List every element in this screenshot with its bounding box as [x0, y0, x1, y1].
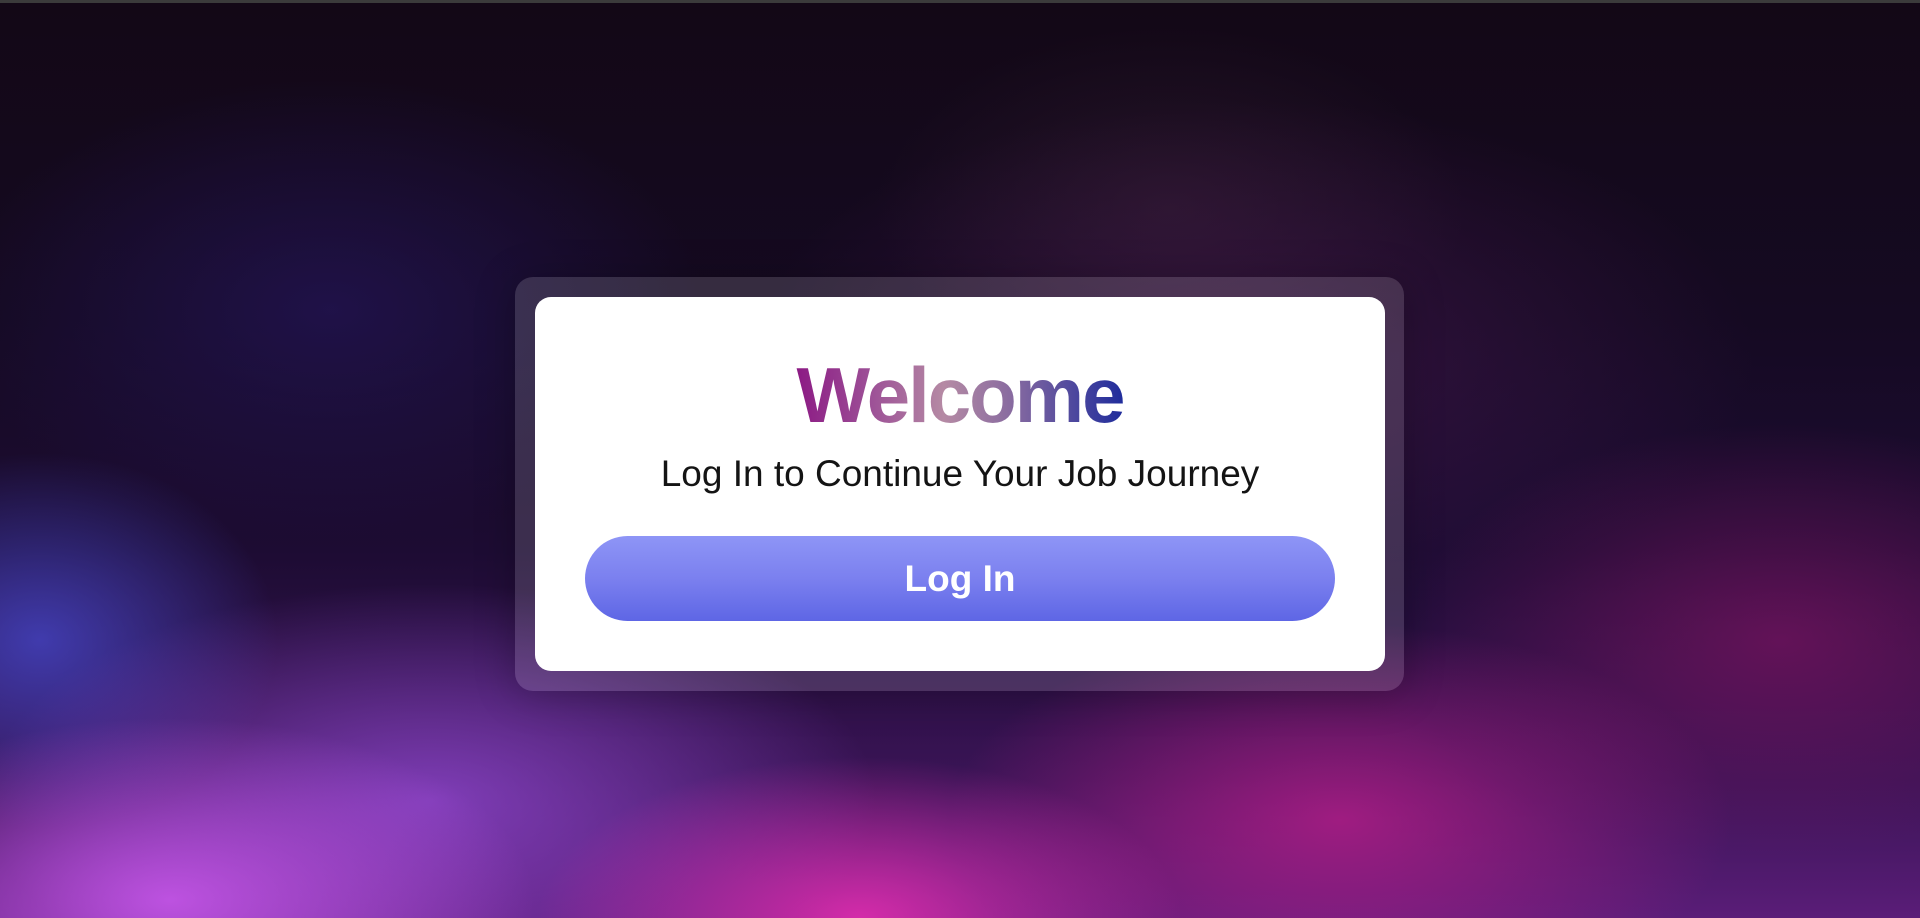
welcome-title-text: Welcome	[796, 351, 1125, 439]
login-subtitle: Log In to Continue Your Job Journey	[660, 453, 1260, 494]
window-top-border	[0, 0, 1920, 3]
welcome-title: Welcome	[0, 350, 1920, 440]
login-button[interactable]: Log In	[585, 536, 1335, 621]
